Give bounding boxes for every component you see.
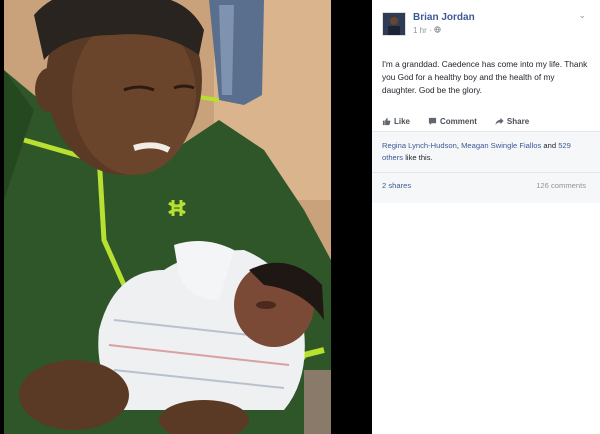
post-meta: 1 hr · [413, 26, 441, 35]
likes-suffix: like this. [403, 153, 433, 162]
globe-icon [434, 26, 441, 35]
photo-illustration [4, 0, 331, 434]
post-text: I'm a granddad. Caedence has come into m… [382, 59, 588, 95]
post-sidebar: Brian Jordan 1 hr · ⌄ I'm a granddad. Ca… [372, 0, 600, 434]
comment-label: Comment [440, 116, 477, 126]
liker-link-1[interactable]: Regina Lynch-Hudson [382, 141, 457, 150]
like-label: Like [394, 116, 411, 126]
share-button[interactable]: Share [495, 117, 529, 126]
avatar[interactable] [382, 12, 406, 36]
likes-summary: Regina Lynch-Hudson, Meagan Swingle Fial… [372, 132, 600, 173]
post-actions: Like Comment Share [372, 111, 600, 132]
meta-separator: · [429, 26, 432, 35]
avatar-image [383, 13, 405, 35]
author-name[interactable]: Brian Jordan [413, 12, 475, 23]
comment-icon [428, 117, 437, 125]
share-label: Share [506, 116, 530, 126]
post-header: Brian Jordan 1 hr · ⌄ [372, 0, 600, 44]
photo-viewer [0, 0, 372, 434]
liker-link-2[interactable]: Meagan Swingle Fiallos [461, 141, 541, 150]
shares-count[interactable]: 2 shares [382, 181, 411, 190]
share-icon [495, 117, 504, 125]
post-time[interactable]: 1 hr [413, 26, 427, 35]
thumbs-up-icon [382, 117, 391, 125]
post-photo[interactable] [4, 0, 331, 434]
like-button[interactable]: Like [382, 117, 410, 126]
comments-count[interactable]: 126 comments [536, 181, 586, 190]
chevron-down-icon[interactable]: ⌄ [578, 10, 586, 21]
comment-button[interactable]: Comment [428, 117, 477, 126]
divider [372, 197, 600, 203]
likes-and: and [541, 141, 559, 150]
post-counts: 2 shares 126 comments [372, 173, 600, 197]
